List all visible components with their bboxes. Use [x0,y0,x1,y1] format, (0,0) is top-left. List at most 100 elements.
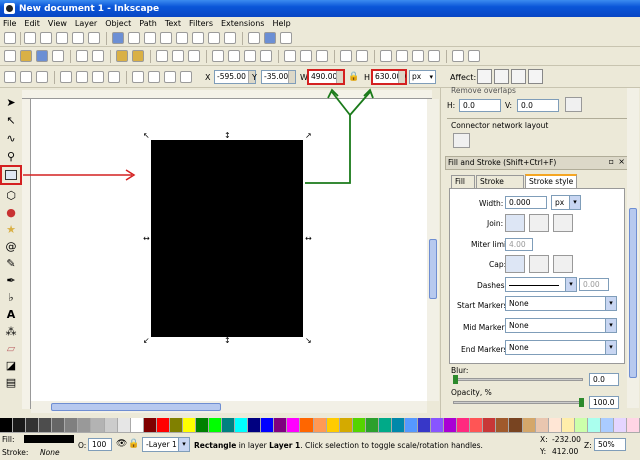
palette-swatch[interactable] [182,418,196,432]
palette-swatch[interactable] [274,418,288,432]
affect-patterns-icon[interactable] [528,69,543,84]
eraser-tool-icon[interactable]: ▱ [3,340,19,356]
raise-top-icon[interactable] [132,71,144,83]
snap-bbox-edge-icon[interactable] [40,32,52,44]
palette-swatch[interactable] [78,418,92,432]
rotate-cw-icon[interactable] [76,71,88,83]
snap-paths-icon[interactable] [128,32,140,44]
stroke-value[interactable]: None [40,448,60,457]
zoom-width-icon[interactable] [260,50,272,62]
rotate-ccw-icon[interactable] [60,71,72,83]
menu-edit[interactable]: Edit [24,19,40,28]
calligraphy-tool-icon[interactable]: ♭ [3,289,19,305]
palette-swatch[interactable] [496,418,510,432]
cap-round-icon[interactable] [529,255,549,273]
blur-slider-handle[interactable] [453,375,458,384]
palette-swatch[interactable] [470,418,484,432]
palette-swatch[interactable] [378,418,392,432]
palette-swatch[interactable] [613,418,627,432]
palette-swatch[interactable] [600,418,614,432]
duplicate-icon[interactable] [284,50,296,62]
end-markers-select[interactable]: None ▾ [505,340,617,355]
overlap-h-field[interactable]: 0.0 [459,99,501,112]
palette-swatch[interactable] [391,418,405,432]
palette-swatch[interactable] [574,418,588,432]
blur-field[interactable]: 0.0 [589,373,619,386]
flip-horizontal-icon[interactable] [92,71,104,83]
menu-file[interactable]: File [3,19,16,28]
palette-swatch[interactable] [404,418,418,432]
snap-page-icon[interactable] [248,32,260,44]
palette-swatch[interactable] [0,418,14,432]
snap-bbox-corner-icon[interactable] [56,32,68,44]
affect-corners-icon[interactable] [494,69,509,84]
palette-swatch[interactable] [169,418,183,432]
snap-enable-icon[interactable] [4,32,16,44]
opacity-field[interactable]: 100.0 [589,396,619,409]
selector-tool-icon[interactable]: ➤ [3,94,19,110]
menu-filters[interactable]: Filters [189,19,213,28]
fill-stroke-icon[interactable] [380,50,392,62]
palette-swatch[interactable] [13,418,27,432]
handle-top-right-icon[interactable]: ↗ [305,132,312,140]
tweak-tool-icon[interactable]: ∿ [3,130,19,146]
dock-scroll-thumb[interactable] [629,208,637,378]
affect-gradients-icon[interactable] [511,69,526,84]
snap-grid-icon[interactable] [264,32,276,44]
x-field[interactable]: -595.00 [214,70,256,84]
palette-swatch[interactable] [313,418,327,432]
text-font-icon[interactable] [396,50,408,62]
lower-bottom-icon[interactable] [180,71,192,83]
join-miter-icon[interactable] [505,214,525,232]
palette-swatch[interactable] [418,418,432,432]
gradient-tool-icon[interactable]: ▤ [3,374,19,390]
opacity-slider[interactable] [453,401,583,404]
snap-bbox-icon[interactable] [24,32,36,44]
handle-top-left-icon[interactable]: ↖ [143,132,150,140]
open-icon[interactable] [20,50,32,62]
stroke-unit-select[interactable]: px ▾ [551,195,581,210]
palette-swatch[interactable] [222,418,236,432]
w-spin-arrows-icon[interactable] [336,71,343,83]
palette-swatch[interactable] [444,418,458,432]
save-icon[interactable] [36,50,48,62]
handle-bottom-right-icon[interactable]: ↘ [305,337,312,345]
palette-swatch[interactable] [339,418,353,432]
mid-markers-select[interactable]: None ▾ [505,318,617,333]
text-tool-icon[interactable]: A [3,306,19,322]
copy-icon[interactable] [156,50,168,62]
horizontal-scroll-thumb[interactable] [51,403,221,411]
palette-swatch[interactable] [431,418,445,432]
connector-layout-button[interactable] [453,133,470,148]
blur-slider[interactable] [453,378,583,381]
palette-swatch[interactable] [535,418,549,432]
palette-swatch[interactable] [522,418,536,432]
align-distribute-icon[interactable] [428,50,440,62]
palette-swatch[interactable] [65,418,79,432]
palette-swatch[interactable] [326,418,340,432]
select-all-icon[interactable] [4,71,16,83]
snap-smooth-icon[interactable] [176,32,188,44]
dashes-select[interactable]: ▾ [505,277,577,292]
group-icon[interactable] [340,50,352,62]
deselect-icon[interactable] [36,71,48,83]
remove-overlaps-button[interactable] [565,97,582,112]
palette-swatch[interactable] [26,418,40,432]
paste-icon[interactable] [188,50,200,62]
palette-swatch[interactable] [143,418,157,432]
zoom-page-icon[interactable] [244,50,256,62]
palette-swatch[interactable] [561,418,575,432]
palette-swatch[interactable] [91,418,105,432]
snap-center-icon[interactable] [208,32,220,44]
zoom-tool-icon[interactable]: ⚲ [3,148,19,164]
palette-swatch[interactable] [365,418,379,432]
palette-swatch[interactable] [261,418,275,432]
selected-rectangle[interactable] [151,140,303,337]
handle-bottom-left-icon[interactable]: ↙ [143,337,150,345]
miter-limit-field[interactable]: 4.00 [505,238,533,251]
palette-swatch[interactable] [156,418,170,432]
status-opacity-field[interactable]: 100 [88,438,112,451]
palette-swatch[interactable] [209,418,223,432]
spiral-tool-icon[interactable]: @ [3,238,19,254]
palette-swatch[interactable] [627,418,640,432]
